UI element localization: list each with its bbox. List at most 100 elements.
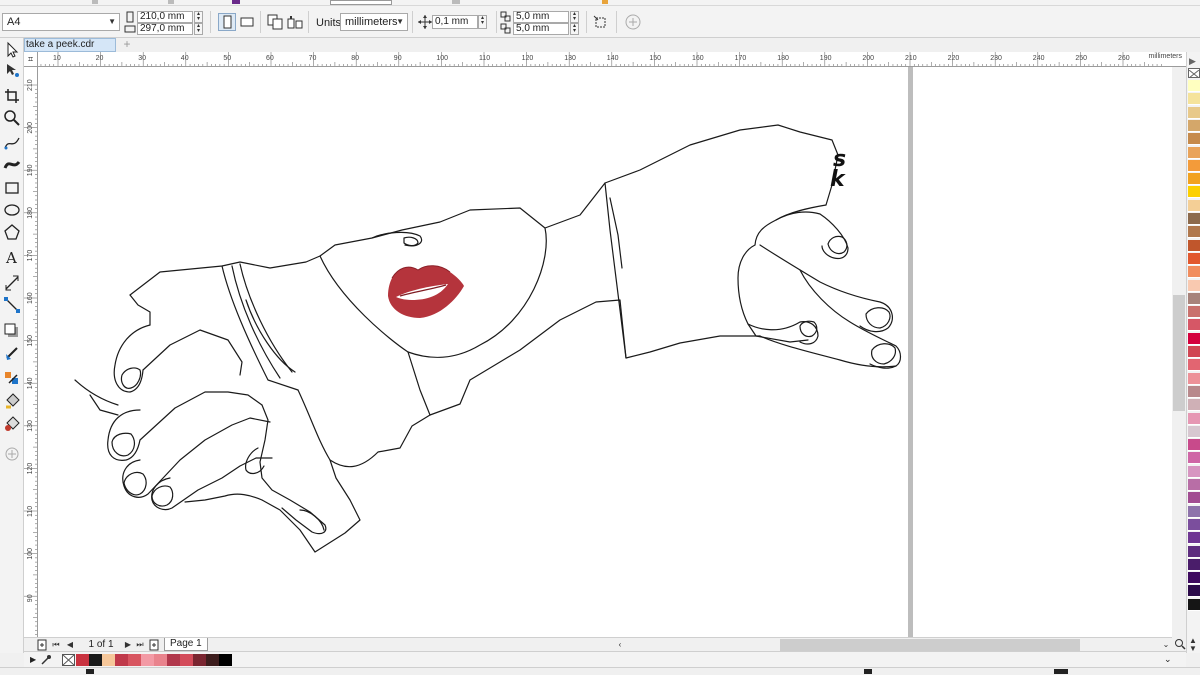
dimension-tool-icon[interactable] bbox=[3, 274, 21, 292]
palette-swatch[interactable] bbox=[1188, 425, 1200, 438]
palette-swatch[interactable] bbox=[1188, 133, 1200, 146]
artistic-media-icon[interactable] bbox=[3, 156, 21, 174]
palette-swatch[interactable] bbox=[1188, 399, 1200, 412]
pick-tool-icon[interactable] bbox=[3, 41, 21, 59]
palette-swatch[interactable] bbox=[1188, 292, 1200, 305]
palette-swatch[interactable] bbox=[1188, 412, 1200, 425]
palette-swatch[interactable] bbox=[1188, 479, 1200, 491]
previous-page-icon[interactable]: ◀ bbox=[64, 639, 76, 651]
palette-swatch[interactable] bbox=[1188, 505, 1200, 518]
vertical-scroll-thumb[interactable] bbox=[1173, 295, 1185, 411]
palette-swatch[interactable] bbox=[1188, 439, 1200, 452]
palette-swatch[interactable] bbox=[1188, 266, 1200, 279]
nudge-distance-stepper[interactable]: ▴ ▾ bbox=[478, 15, 487, 29]
document-palette-swatch[interactable] bbox=[128, 654, 141, 666]
doc-palette-menu-icon[interactable]: ▶ bbox=[30, 655, 36, 664]
units-select[interactable]: millimeters ▼ bbox=[340, 13, 408, 31]
text-tool-icon[interactable]: A bbox=[3, 248, 21, 267]
duplicate-y-field[interactable]: 5,0 mm bbox=[513, 23, 569, 35]
palette-swatch[interactable] bbox=[1188, 279, 1200, 292]
document-palette-swatch[interactable] bbox=[141, 654, 154, 666]
palette-swatch[interactable] bbox=[1188, 465, 1200, 478]
document-palette-swatch[interactable] bbox=[206, 654, 219, 666]
eyedropper-tool-icon[interactable] bbox=[3, 369, 21, 387]
crop-tool-icon[interactable] bbox=[3, 87, 21, 105]
add-icon[interactable] bbox=[624, 13, 642, 31]
add-tool-icon[interactable] bbox=[3, 445, 21, 463]
palette-swatch[interactable] bbox=[1188, 119, 1200, 132]
palette-swatch[interactable] bbox=[1188, 518, 1200, 531]
palette-swatch[interactable] bbox=[1188, 492, 1200, 505]
palette-swatch[interactable] bbox=[1188, 598, 1200, 611]
palette-swatch[interactable] bbox=[1188, 319, 1200, 332]
duplicate-x-field[interactable]: 5,0 mm bbox=[513, 11, 569, 23]
first-page-icon[interactable]: ⏮ bbox=[50, 639, 62, 651]
page-height-field[interactable]: 297,0 mm bbox=[137, 23, 193, 35]
horizontal-ruler[interactable]: 10 20 30 40 50 60 70 80 90 100 110 120 130 140 150 160 1… bbox=[38, 52, 1186, 67]
portrait-orientation-icon[interactable] bbox=[218, 13, 236, 31]
palette-swatch[interactable] bbox=[1188, 545, 1200, 558]
shape-tool-icon[interactable] bbox=[3, 61, 21, 79]
connector-tool-icon[interactable] bbox=[3, 296, 21, 314]
drop-shadow-tool-icon[interactable] bbox=[3, 322, 21, 340]
palette-swatch[interactable] bbox=[1188, 372, 1200, 385]
palette-swatch[interactable] bbox=[1188, 332, 1200, 345]
palette-swatch[interactable] bbox=[1188, 532, 1200, 545]
palette-swatch[interactable] bbox=[1188, 213, 1200, 225]
palette-swatch[interactable] bbox=[1188, 558, 1200, 571]
palette-swatch[interactable] bbox=[1188, 306, 1200, 319]
palette-menu-icon[interactable]: ▶ bbox=[1189, 56, 1196, 67]
transparency-tool-icon[interactable] bbox=[3, 344, 21, 362]
zoom-level-fragment[interactable] bbox=[330, 0, 392, 5]
page-width-field[interactable]: 210,0 mm bbox=[137, 11, 193, 23]
document-palette-swatch[interactable] bbox=[219, 654, 232, 666]
add-tab-button[interactable]: + bbox=[120, 38, 134, 51]
ellipse-tool-icon[interactable] bbox=[3, 201, 21, 219]
smart-fill-icon[interactable] bbox=[3, 414, 21, 432]
document-palette-swatch[interactable] bbox=[154, 654, 167, 666]
zoom-navigator-icon[interactable] bbox=[1174, 638, 1186, 650]
scroll-down-icon[interactable]: ⌄ bbox=[1160, 639, 1172, 651]
horizontal-scroll-thumb[interactable] bbox=[780, 639, 1080, 651]
palette-swatch[interactable] bbox=[1188, 385, 1200, 398]
insert-page-after-icon[interactable] bbox=[148, 639, 160, 651]
palette-swatch[interactable] bbox=[1188, 159, 1200, 172]
palette-swatch[interactable] bbox=[1188, 106, 1200, 119]
palette-swatch[interactable] bbox=[1188, 80, 1200, 92]
palette-swatch[interactable] bbox=[1188, 572, 1200, 585]
insert-page-before-icon[interactable] bbox=[36, 639, 48, 651]
eyedropper-icon[interactable] bbox=[40, 654, 52, 666]
page-height-stepper[interactable]: ▴ ▾ bbox=[194, 23, 203, 35]
palette-swatch[interactable] bbox=[1188, 346, 1200, 358]
document-palette-swatch[interactable] bbox=[89, 654, 102, 666]
rectangle-tool-icon[interactable] bbox=[3, 179, 21, 197]
duplicate-x-stepper[interactable]: ▴ ▾ bbox=[570, 11, 579, 23]
ruler-origin-icon[interactable]: ⌗ bbox=[24, 52, 38, 67]
last-page-icon[interactable]: ⏭ bbox=[134, 639, 146, 651]
document-palette-swatch[interactable] bbox=[115, 654, 128, 666]
polygon-tool-icon[interactable] bbox=[3, 223, 21, 241]
nudge-distance-field[interactable]: 0,1 mm bbox=[432, 15, 478, 29]
document-palette-swatch[interactable] bbox=[167, 654, 180, 666]
vertical-ruler[interactable]: 21020019018017016015014013012011010090 m… bbox=[24, 67, 38, 637]
freehand-tool-icon[interactable] bbox=[3, 134, 21, 152]
palette-swatch[interactable] bbox=[1188, 93, 1200, 106]
document-tab[interactable]: take a peek.cdr bbox=[24, 38, 116, 52]
palette-swatch[interactable] bbox=[1188, 359, 1200, 372]
landscape-orientation-icon[interactable] bbox=[238, 13, 256, 31]
horizontal-scrollbar[interactable] bbox=[622, 638, 1172, 652]
no-color-swatch[interactable] bbox=[1188, 68, 1200, 79]
vertical-scrollbar[interactable] bbox=[1172, 67, 1186, 637]
palette-swatch[interactable] bbox=[1188, 226, 1200, 239]
interactive-fill-icon[interactable] bbox=[3, 392, 21, 410]
document-palette-swatch[interactable] bbox=[193, 654, 206, 666]
treat-as-filled-icon[interactable] bbox=[592, 13, 610, 31]
document-palette-swatch[interactable] bbox=[76, 654, 89, 666]
page-width-stepper[interactable]: ▴ ▾ bbox=[194, 11, 203, 23]
page-size-select[interactable]: A4 ▼ bbox=[2, 13, 120, 31]
palette-swatch[interactable] bbox=[1188, 173, 1200, 186]
doc-no-color-swatch[interactable] bbox=[62, 654, 75, 666]
line-art-illustration[interactable]: s k bbox=[38, 67, 1172, 637]
document-palette-swatch[interactable] bbox=[180, 654, 193, 666]
palette-swatch[interactable] bbox=[1188, 146, 1200, 159]
